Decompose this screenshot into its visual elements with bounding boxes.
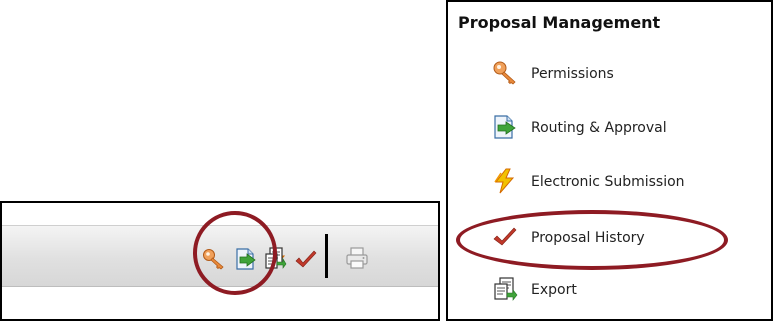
proposal-management-panel: Proposal Management Permissions Routing …	[446, 0, 773, 321]
menu-item-label: Export	[531, 282, 577, 298]
toolbar-separator	[325, 234, 328, 278]
menu-item-proposal-history[interactable]: Proposal History	[492, 224, 762, 252]
menu-item-permissions[interactable]: Permissions	[492, 60, 762, 88]
menu-item-export[interactable]: Export	[492, 276, 762, 304]
export-icon[interactable]	[263, 246, 287, 270]
print-icon[interactable]	[345, 246, 369, 270]
menu-title: Proposal Management	[458, 13, 661, 32]
checkmark-icon	[493, 227, 517, 246]
key-icon[interactable]	[202, 247, 226, 271]
menu-item-label: Proposal History	[531, 230, 645, 246]
toolbar-screenshot	[0, 201, 440, 321]
menu-item-label: Permissions	[531, 66, 614, 82]
lightning-icon	[494, 168, 515, 194]
menu-item-label: Routing & Approval	[531, 120, 667, 136]
key-icon	[493, 61, 516, 85]
checkmark-icon[interactable]	[294, 247, 318, 271]
export-icon	[494, 277, 518, 301]
menu-item-electronic-submission[interactable]: Electronic Submission	[492, 168, 762, 196]
menu-item-label: Electronic Submission	[531, 174, 685, 190]
routing-approval-icon	[494, 115, 516, 139]
routing-approval-icon[interactable]	[234, 247, 258, 271]
menu-item-routing-approval[interactable]: Routing & Approval	[492, 114, 762, 142]
